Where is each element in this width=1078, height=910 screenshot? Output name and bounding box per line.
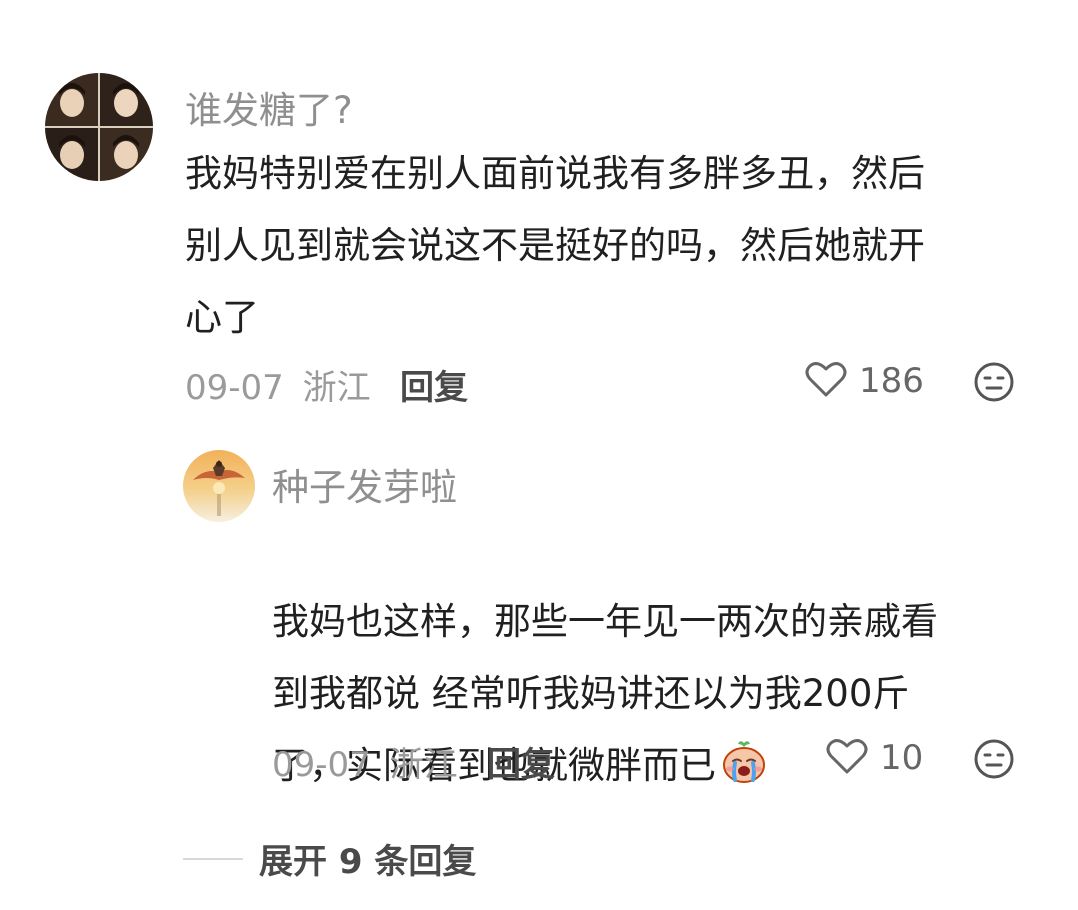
reply-dislike-button[interactable] [973,738,1015,784]
heart-outline-icon [826,737,868,779]
comment-meta: 09-07 浙江 [185,360,371,409]
comment-text: 我妈特别爱在别人面前说我有多胖多丑，然后 别人见到就会说这不是挺好的吗，然后她就… [185,152,925,339]
reply-avatar[interactable] [183,450,255,522]
comment-location: 浙江 [302,368,371,408]
reply-location: 浙江 [389,745,458,785]
reply-like-count: 10 [880,738,924,778]
reply-meta: 09-07 浙江 [272,737,458,786]
avatar-image [45,73,153,181]
reply-like-button[interactable]: 10 [826,737,923,779]
avatar[interactable] [45,73,153,181]
dislike-button[interactable] [973,361,1015,407]
neutral-face-icon [973,362,1015,407]
like-button[interactable]: 186 [805,360,924,402]
like-count: 186 [859,361,924,401]
neutral-face-icon [973,739,1015,784]
reply-button[interactable]: 回复 [400,360,468,409]
expand-replies-label: 展开 9 条回复 [259,842,477,882]
comment-username[interactable]: 谁发糖了? [185,80,353,134]
reply-username[interactable]: 种子发芽啦 [272,457,457,511]
reply-date: 09-07 [272,745,371,785]
divider-line [183,857,243,860]
crying-emoji [720,736,768,808]
comment-date: 09-07 [185,368,284,408]
avatar-image [183,450,255,522]
heart-outline-icon [805,360,847,402]
reply-reply-button[interactable]: 回复 [487,737,555,786]
comment-thread: 谁发糖了? 我妈特别爱在别人面前说我有多胖多丑，然后 别人见到就会说这不是挺好的… [0,0,1078,910]
expand-replies-button[interactable]: 展开 9 条回复 [183,834,476,883]
